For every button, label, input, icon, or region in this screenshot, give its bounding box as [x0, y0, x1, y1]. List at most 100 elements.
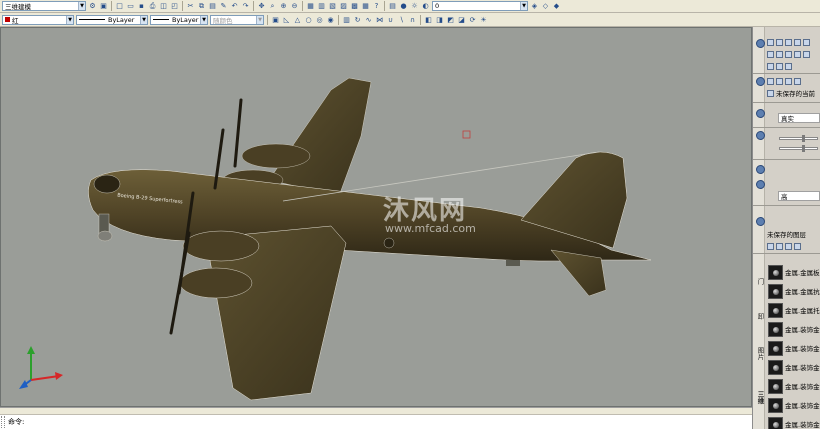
- zoom-previous-icon[interactable]: ⊖: [290, 2, 299, 11]
- zoom-window-icon[interactable]: ⊕: [279, 2, 288, 11]
- grip-handle[interactable]: [1, 416, 5, 428]
- sweep-icon[interactable]: ∿: [364, 15, 373, 24]
- command-scrollbar[interactable]: [0, 408, 752, 415]
- visual-style-select[interactable]: 真实: [778, 113, 820, 123]
- loft-icon[interactable]: [794, 50, 801, 58]
- render-icon[interactable]: ☀: [479, 15, 488, 24]
- settings-icon[interactable]: ⚙: [88, 2, 97, 11]
- layer-color-icon[interactable]: [794, 242, 801, 250]
- chevron-down-icon[interactable]: ▼: [78, 2, 85, 10]
- light-intensity-slider[interactable]: [779, 135, 818, 142]
- orbit-icon[interactable]: ⟳: [468, 15, 477, 24]
- cylinder-icon[interactable]: [776, 38, 783, 46]
- cut-icon[interactable]: ✂: [186, 2, 195, 11]
- undo-icon[interactable]: ↶: [230, 2, 239, 11]
- layer-select[interactable]: 0 ▼: [432, 1, 528, 11]
- view-control-icon[interactable]: [756, 77, 765, 86]
- redo-icon[interactable]: ↷: [241, 2, 250, 11]
- publish-icon[interactable]: ◰: [170, 2, 179, 11]
- zoom-realtime-icon[interactable]: ⌕: [268, 2, 277, 11]
- orbit-icon[interactable]: [785, 77, 792, 85]
- shadow-slider[interactable]: [779, 145, 818, 152]
- layer-icon[interactable]: [756, 217, 765, 226]
- revolve-icon[interactable]: [776, 50, 783, 58]
- box-icon[interactable]: [767, 38, 774, 46]
- cone-icon[interactable]: [794, 38, 801, 46]
- material-item[interactable]: 金属.金属抗: [768, 282, 820, 300]
- palette-tab[interactable]: 卸: [753, 302, 765, 330]
- layer-on-icon[interactable]: [767, 242, 774, 250]
- preview-icon[interactable]: ◫: [159, 2, 168, 11]
- cylinder-icon[interactable]: ◎: [315, 15, 324, 24]
- sphere-icon[interactable]: [803, 38, 810, 46]
- material-item[interactable]: 金属.金属板: [768, 263, 820, 281]
- subtract-icon[interactable]: ∖: [397, 15, 406, 24]
- material-item[interactable]: 金属.装饰金: [768, 358, 820, 376]
- box-icon[interactable]: ▣: [271, 15, 280, 24]
- torus-icon[interactable]: ◉: [326, 15, 335, 24]
- layer-freeze-icon[interactable]: [776, 242, 783, 250]
- lineweight-select[interactable]: ByLayer ▼: [150, 14, 208, 25]
- layer-state-row[interactable]: 未保存的图层: [767, 229, 820, 239]
- chevron-down-icon[interactable]: ▼: [140, 15, 147, 24]
- intersect-icon[interactable]: ∩: [408, 15, 417, 24]
- sheet-set-icon[interactable]: ▨: [339, 2, 348, 11]
- layer-states-icon[interactable]: ◆: [552, 2, 561, 11]
- properties-icon[interactable]: ▦: [306, 2, 315, 11]
- copy-icon[interactable]: ⧉: [197, 2, 206, 11]
- paste-icon[interactable]: ▤: [208, 2, 217, 11]
- material-item[interactable]: 金属.装饰金: [768, 320, 820, 338]
- calculator-icon[interactable]: ▦: [361, 2, 370, 11]
- tool-palettes-icon[interactable]: ▧: [328, 2, 337, 11]
- pan-icon[interactable]: [767, 77, 774, 85]
- material-item[interactable]: 金属.金属托: [768, 301, 820, 319]
- design-center-icon[interactable]: ▥: [317, 2, 326, 11]
- slider-thumb[interactable]: [802, 145, 806, 152]
- left-view-icon[interactable]: ◩: [446, 15, 455, 24]
- material-icon[interactable]: [756, 165, 765, 174]
- workspace-select[interactable]: 三维建模 ▼: [2, 1, 86, 11]
- walk-icon[interactable]: [794, 77, 801, 85]
- color-select[interactable]: 红 ▼: [2, 14, 74, 25]
- render-icon[interactable]: [756, 180, 765, 189]
- sphere-icon[interactable]: ○: [304, 15, 313, 24]
- chevron-down-icon[interactable]: ▼: [520, 2, 527, 10]
- layer-lock-icon[interactable]: ◐: [421, 2, 430, 11]
- revolve-icon[interactable]: ↻: [353, 15, 362, 24]
- linetype-select[interactable]: ByLayer ▼: [76, 14, 148, 25]
- material-item[interactable]: 金属.装饰金: [768, 377, 820, 395]
- layer-manager-icon[interactable]: ▤: [388, 2, 397, 11]
- palette-tab[interactable]: 图片: [753, 339, 765, 367]
- top-view-icon[interactable]: ◧: [424, 15, 433, 24]
- layer-lock-icon[interactable]: [785, 242, 792, 250]
- layer-previous-icon[interactable]: ◇: [541, 2, 550, 11]
- loft-icon[interactable]: ⋈: [375, 15, 384, 24]
- 3d-make-icon[interactable]: [756, 39, 765, 48]
- slider-thumb[interactable]: [802, 135, 806, 142]
- palette-tab[interactable]: 门: [753, 267, 765, 295]
- new-file-icon[interactable]: □: [115, 2, 124, 11]
- layer-freeze-icon[interactable]: ☼: [410, 2, 419, 11]
- extrude-icon[interactable]: ▥: [342, 15, 351, 24]
- thicken-icon[interactable]: [785, 62, 792, 70]
- match-properties-icon[interactable]: ✎: [219, 2, 228, 11]
- pan-icon[interactable]: ✥: [257, 2, 266, 11]
- chevron-down-icon[interactable]: ▼: [66, 15, 73, 24]
- cone-icon[interactable]: △: [293, 15, 302, 24]
- union-icon[interactable]: [803, 50, 810, 58]
- material-item[interactable]: 金属.装饰金: [768, 339, 820, 357]
- render-quality-select[interactable]: 高: [778, 191, 820, 201]
- layout-icon[interactable]: ▣: [99, 2, 108, 11]
- open-file-icon[interactable]: ▭: [126, 2, 135, 11]
- sweep-icon[interactable]: [785, 50, 792, 58]
- markup-icon[interactable]: ▩: [350, 2, 359, 11]
- front-view-icon[interactable]: ◨: [435, 15, 444, 24]
- make-current-layer-icon[interactable]: ◈: [530, 2, 539, 11]
- help-icon[interactable]: ?: [372, 2, 381, 11]
- drawing-viewport[interactable]: Boeing B-29 Superfortress 沐风网 www.mfcad.…: [0, 27, 752, 407]
- palette-tab[interactable]: 三维: [753, 377, 765, 417]
- save-icon[interactable]: ▪: [137, 2, 146, 11]
- print-icon[interactable]: ⎙: [148, 2, 157, 11]
- visual-style-icon[interactable]: [756, 109, 765, 118]
- command-line[interactable]: 命令:: [0, 407, 752, 429]
